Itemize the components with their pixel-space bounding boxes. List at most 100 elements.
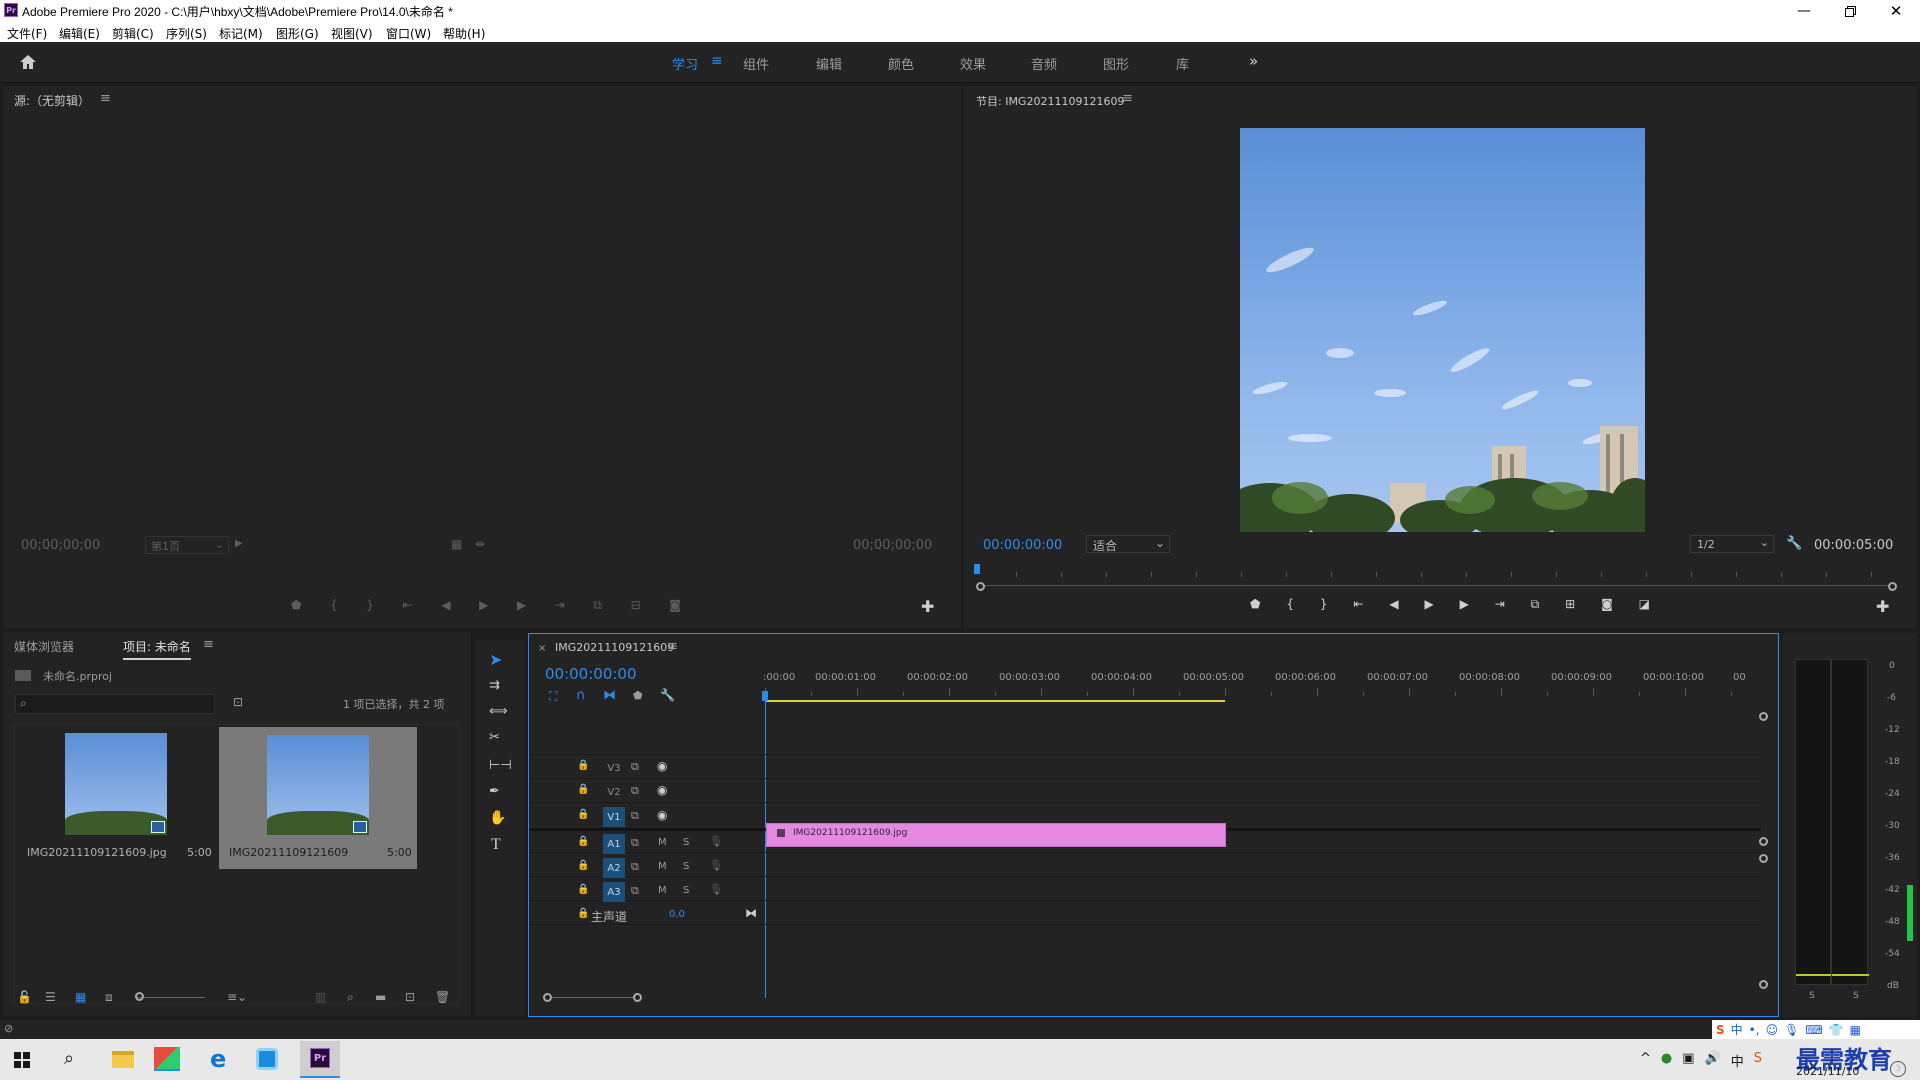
sync-lock-icon[interactable]: ⧉ <box>631 784 639 798</box>
workspace-tab-assembly[interactable]: 组件 <box>743 54 769 73</box>
ime-toolbar[interactable]: S 中 •, ☺ 🎙 ⌨ 👕 ▦ <box>1712 1020 1920 1039</box>
solo-right-button[interactable]: S <box>1853 991 1859 1001</box>
track-select-tool-icon[interactable]: ⇉ <box>489 678 500 693</box>
razor-tool-icon[interactable]: ✂ <box>489 730 500 745</box>
menu-marker[interactable]: 标记(M) <box>219 25 263 42</box>
eye-icon[interactable]: ◉ <box>657 783 667 797</box>
workspace-menu-icon[interactable]: ≡ <box>711 53 723 69</box>
go-to-out-icon[interactable]: ⇥ <box>555 598 565 614</box>
track-target-a2[interactable]: A2 <box>603 858 625 878</box>
timeline-tab[interactable]: IMG20211109121609 <box>555 641 674 654</box>
notification-icon[interactable]: 3 <box>1890 1061 1906 1077</box>
tray-app-icon[interactable]: ● <box>1661 1051 1672 1070</box>
insert-icon[interactable]: ⧉ <box>593 598 602 614</box>
program-time-ruler[interactable] <box>976 572 1916 580</box>
hand-tool-icon[interactable]: ✋ <box>489 810 506 826</box>
step-back-icon[interactable]: ◀ <box>1389 597 1398 613</box>
minimize-button[interactable]: — <box>1786 0 1822 22</box>
project-item-image[interactable]: IMG20211109121609.jpg 5:00 <box>17 727 215 869</box>
app-icon-colorful[interactable] <box>154 1047 180 1071</box>
scroll-handle-right[interactable] <box>633 993 642 1002</box>
add-marker-icon[interactable]: ⬟ <box>291 598 301 614</box>
project-panel-menu-icon[interactable]: ≡ <box>203 637 214 652</box>
zoom-slider[interactable] <box>135 997 205 998</box>
sync-lock-icon[interactable]: ⧉ <box>631 860 639 874</box>
solo-button[interactable]: S <box>683 861 689 872</box>
lock-icon[interactable]: 🔒 <box>577 860 589 871</box>
timeline-ruler[interactable]: :00:00 00:00:01:00 00:00:02:00 00:00:03:… <box>763 672 1765 702</box>
edge-browser-icon[interactable]: e <box>210 1045 226 1073</box>
mute-button[interactable]: M <box>658 861 667 872</box>
program-video-frame[interactable] <box>1240 128 1645 532</box>
icon-view-icon[interactable]: ▦ <box>75 990 86 1004</box>
ripple-edit-tool-icon[interactable]: ⟺ <box>489 704 508 719</box>
program-panel-menu-icon[interactable]: ≡ <box>1122 91 1133 106</box>
audio-scroll-handle-bottom[interactable] <box>1759 980 1768 989</box>
menu-help[interactable]: 帮助(H) <box>443 25 485 42</box>
tab-project[interactable]: 项目: 未命名 <box>123 638 191 660</box>
menu-file[interactable]: 文件(F) <box>7 25 47 42</box>
sogou-tray-icon[interactable]: S <box>1754 1051 1762 1070</box>
search-icon[interactable]: ⌕ <box>347 990 354 1005</box>
project-search-input[interactable]: ⌕ <box>15 694 215 714</box>
sync-lock-icon[interactable]: ⧉ <box>631 809 639 823</box>
slip-tool-icon[interactable]: ⊢⊣ <box>489 758 512 773</box>
new-item-icon[interactable]: ⊡ <box>405 990 415 1004</box>
automate-icon[interactable]: ▥ <box>315 990 326 1004</box>
project-item-sequence[interactable]: IMG20211109121609 5:00 <box>219 727 417 869</box>
lock-icon[interactable]: 🔒 <box>577 908 589 919</box>
scroll-handle-left[interactable] <box>543 993 552 1002</box>
menu-sequence[interactable]: 序列(S) <box>166 25 207 42</box>
go-to-in-icon[interactable]: ⇤ <box>1353 597 1363 613</box>
safe-margins-icon[interactable]: ▦ <box>451 537 462 551</box>
new-bin-icon[interactable]: ▬ <box>375 990 386 1004</box>
linked-selection-icon[interactable]: ⧓ <box>603 688 616 703</box>
mark-out-icon[interactable]: } <box>1320 597 1328 613</box>
extract-icon[interactable]: ⊞ <box>1565 597 1575 613</box>
timeline-horizontal-scrollbar[interactable] <box>543 993 643 1003</box>
microphone-icon[interactable]: 🎙 <box>709 883 723 896</box>
solo-button[interactable]: S <box>683 885 689 896</box>
go-to-out-icon[interactable]: ⇥ <box>1495 597 1505 613</box>
solo-left-button[interactable]: S <box>1809 991 1815 1001</box>
step-forward-icon[interactable]: ▶ <box>1460 597 1469 613</box>
track-target-a1[interactable]: A1 <box>603 834 625 854</box>
lift-icon[interactable]: ⧉ <box>1531 597 1540 613</box>
add-marker-icon[interactable]: ⬟ <box>1250 597 1260 613</box>
type-tool-icon[interactable]: T <box>491 836 501 854</box>
scroll-handle-left[interactable] <box>976 582 985 591</box>
find-bin-icon[interactable]: ⊡ <box>233 695 243 709</box>
close-button[interactable]: ✕ <box>1876 0 1916 22</box>
sort-icon[interactable]: ≡⌄ <box>227 990 247 1004</box>
wrench-icon[interactable]: 🔧 <box>1786 536 1802 551</box>
sync-lock-icon[interactable]: ⧉ <box>631 836 639 850</box>
lock-icon[interactable]: 🔒 <box>577 760 589 771</box>
pen-tool-icon[interactable]: ✒ <box>489 784 500 799</box>
file-explorer-icon[interactable] <box>112 1051 134 1068</box>
network-icon[interactable]: ▣ <box>1682 1051 1694 1070</box>
step-back-icon[interactable]: ◀ <box>441 598 450 614</box>
microphone-icon[interactable]: 🎙 <box>709 859 723 872</box>
lock-icon[interactable]: 🔒 <box>577 884 589 895</box>
selection-tool-icon[interactable]: ➤ <box>489 650 502 669</box>
freeform-view-icon[interactable]: ⧈ <box>105 990 113 1005</box>
timeline-settings-icon[interactable]: 🔧 <box>660 688 675 702</box>
lock-icon[interactable]: 🔓 <box>17 990 32 1004</box>
workspace-tab-color[interactable]: 颜色 <box>888 54 914 73</box>
lock-icon[interactable]: 🔒 <box>577 784 589 795</box>
tab-media-browser[interactable]: 媒体浏览器 <box>14 638 74 655</box>
snap-icon[interactable]: ∩ <box>576 688 586 703</box>
program-timecode[interactable]: 00:00:00:00 <box>983 538 1062 553</box>
play-icon[interactable]: ▶ <box>479 598 488 614</box>
program-zoom-scrollbar[interactable] <box>976 582 1897 591</box>
sync-lock-icon[interactable]: ⧉ <box>631 884 639 898</box>
add-button-icon[interactable]: ✚ <box>921 597 934 616</box>
menu-clip[interactable]: 剪辑(C) <box>112 25 154 42</box>
source-page-dropdown[interactable]: 第1页 ⌄ <box>145 536 229 554</box>
overwrite-icon[interactable]: ⊟ <box>631 598 641 614</box>
menu-graphics[interactable]: 图形(G) <box>276 25 319 42</box>
app-icon-blue[interactable] <box>256 1048 278 1070</box>
trash-icon[interactable]: 🗑 <box>435 990 450 1004</box>
more-workspaces-icon[interactable]: » <box>1249 52 1258 70</box>
track-target-v1[interactable]: V1 <box>603 807 625 827</box>
